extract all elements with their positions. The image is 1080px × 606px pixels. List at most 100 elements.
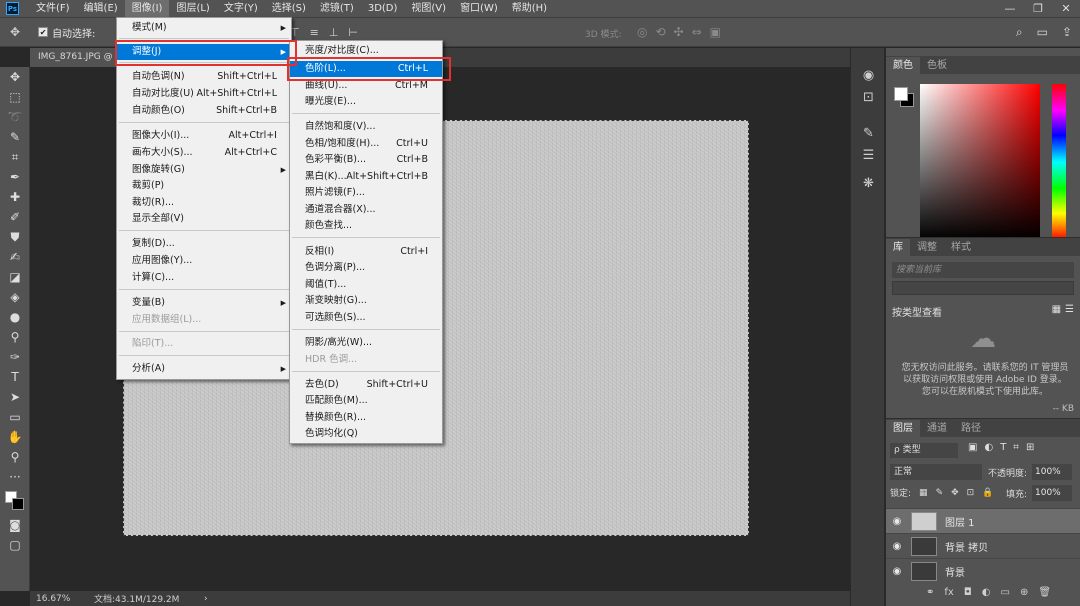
close-button[interactable]: ✕: [1052, 0, 1080, 17]
fill-input[interactable]: 100%: [1032, 485, 1072, 501]
layer-row[interactable]: ◉ 图层 1: [886, 508, 1080, 533]
menu-item-analysis[interactable]: 分析(A) ▶: [117, 361, 291, 377]
menu-item-duplicate[interactable]: 复制(D)...: [117, 236, 291, 252]
background-color-swatch[interactable]: [12, 498, 24, 510]
panel-foreground-swatch[interactable]: [894, 87, 908, 101]
lock-image-icon[interactable]: ✎: [936, 488, 944, 498]
history-brush-tool-icon[interactable]: ✍: [0, 247, 30, 267]
pan-3d-icon[interactable]: ✣: [674, 25, 684, 39]
color-picker-field[interactable]: [920, 84, 1040, 240]
visibility-eye-icon[interactable]: ◉: [886, 516, 908, 527]
brush-settings-icon[interactable]: ✎: [851, 122, 886, 144]
marquee-tool-icon[interactable]: ⬚: [0, 87, 30, 107]
blur-tool-icon[interactable]: ●: [0, 307, 30, 327]
menu-item-posterize[interactable]: 色调分离(P)...: [290, 260, 442, 276]
menu-item-threshold[interactable]: 阈值(T)...: [290, 277, 442, 293]
menu-filter[interactable]: 滤镜(T): [313, 0, 361, 17]
align-vcenter-icon[interactable]: ≡: [310, 26, 319, 39]
zoom-level[interactable]: 16.67%: [30, 594, 94, 604]
tab-paths[interactable]: 路径: [954, 420, 988, 437]
menu-item-calculations[interactable]: 计算(C)...: [117, 270, 291, 286]
menu-item-image-size[interactable]: 图像大小(I)... Alt+Ctrl+I: [117, 128, 291, 144]
new-layer-icon[interactable]: ⊕: [1020, 587, 1028, 598]
color-swatches[interactable]: [0, 487, 30, 515]
align-left-icon[interactable]: ⊢: [348, 26, 358, 39]
blend-mode-select[interactable]: 正常: [890, 464, 982, 480]
visibility-eye-icon[interactable]: ◉: [886, 541, 908, 552]
fx-icon[interactable]: fx: [944, 587, 953, 598]
adjustment-filter-icon[interactable]: ◐: [984, 442, 993, 453]
brush-tool-icon[interactable]: ✐: [0, 207, 30, 227]
menu-window[interactable]: 窗口(W): [453, 0, 505, 17]
crop-tool-icon[interactable]: ⌗: [0, 147, 30, 167]
menu-item-auto-tone[interactable]: 自动色调(N) Shift+Ctrl+L: [117, 69, 291, 85]
screen-mode-icon[interactable]: ▢: [0, 535, 30, 555]
move-tool-icon[interactable]: ✥: [0, 67, 30, 87]
menu-item-exposure[interactable]: 曝光度(E)...: [290, 94, 442, 110]
slide-3d-icon[interactable]: ⇔: [692, 25, 702, 39]
glyphs-icon[interactable]: ❋: [851, 172, 886, 194]
menu-item-desaturate[interactable]: 去色(D) Shift+Ctrl+U: [290, 377, 442, 393]
eraser-tool-icon[interactable]: ◪: [0, 267, 30, 287]
status-menu-arrow-icon[interactable]: ›: [204, 594, 208, 604]
menu-item-crop[interactable]: 裁剪(P): [117, 178, 291, 194]
tab-adjustments[interactable]: 调整: [910, 239, 944, 256]
menu-image[interactable]: 图像(I): [124, 0, 170, 17]
opacity-input[interactable]: 100%: [1032, 464, 1072, 480]
learn-icon[interactable]: ◉: [851, 64, 886, 86]
document-tab[interactable]: IMG_8761.JPG @: [30, 48, 121, 67]
layer-row[interactable]: ◉ 背景 拷贝: [886, 533, 1080, 558]
visibility-eye-icon[interactable]: ◉: [886, 566, 908, 577]
dodge-tool-icon[interactable]: ⚲: [0, 327, 30, 347]
healing-brush-tool-icon[interactable]: ✚: [0, 187, 30, 207]
orbit-3d-icon[interactable]: ◎: [637, 25, 647, 39]
menu-item-canvas-size[interactable]: 画布大小(S)... Alt+Ctrl+C: [117, 145, 291, 161]
tab-channels[interactable]: 通道: [920, 420, 954, 437]
properties-icon[interactable]: ☰: [851, 144, 886, 166]
menu-item-auto-color[interactable]: 自动颜色(O) Shift+Ctrl+B: [117, 103, 291, 119]
hand-tool-icon[interactable]: ✋: [0, 427, 30, 447]
hue-slider[interactable]: [1052, 84, 1066, 240]
eyedropper-tool-icon[interactable]: ✒: [0, 167, 30, 187]
menu-select[interactable]: 选择(S): [265, 0, 313, 17]
menu-3d[interactable]: 3D(D): [361, 0, 405, 17]
pen-tool-icon[interactable]: ✑: [0, 347, 30, 367]
type-tool-icon[interactable]: T: [0, 367, 30, 387]
menu-item-vibrance[interactable]: 自然饱和度(V)...: [290, 119, 442, 135]
type-filter-icon[interactable]: T: [1000, 442, 1006, 453]
menu-item-equalize[interactable]: 色调均化(Q): [290, 426, 442, 442]
more-tools-icon[interactable]: ···: [0, 467, 30, 487]
menu-edit[interactable]: 编辑(E): [77, 0, 125, 17]
library-select[interactable]: [892, 281, 1074, 295]
menu-item-color-balance[interactable]: 色彩平衡(B)... Ctrl+B: [290, 152, 442, 168]
menu-item-photo-filter[interactable]: 照片滤镜(F)...: [290, 185, 442, 201]
add-mask-icon[interactable]: ◘: [964, 587, 972, 598]
roll-3d-icon[interactable]: ⟲: [655, 25, 665, 39]
lock-artboard-icon[interactable]: ⊡: [967, 488, 975, 498]
menu-item-reveal-all[interactable]: 显示全部(V): [117, 211, 291, 227]
menu-item-color-lookup[interactable]: 颜色查找...: [290, 218, 442, 234]
menu-file[interactable]: 文件(F): [29, 0, 77, 17]
menu-item-variables[interactable]: 变量(B) ▶: [117, 295, 291, 311]
menu-item-invert[interactable]: 反相(I) Ctrl+I: [290, 244, 442, 260]
zoom-tool-icon[interactable]: ⚲: [0, 447, 30, 467]
tab-layers[interactable]: 图层: [886, 420, 920, 437]
tab-libraries[interactable]: 库: [886, 239, 910, 256]
menu-item-apply-image[interactable]: 应用图像(Y)...: [117, 253, 291, 269]
shape-filter-icon[interactable]: ⌗: [1013, 442, 1019, 453]
auto-select-checkbox[interactable]: ✔: [38, 27, 49, 37]
menu-item-shadows-highlights[interactable]: 阴影/高光(W)...: [290, 335, 442, 351]
layer-row[interactable]: ◉ 背景: [886, 558, 1080, 583]
move-tool-preset-icon[interactable]: ✥: [10, 25, 20, 39]
menu-item-channel-mixer[interactable]: 通道混合器(X)...: [290, 202, 442, 218]
tab-styles[interactable]: 样式: [944, 239, 978, 256]
smart-object-filter-icon[interactable]: ⊞: [1026, 442, 1034, 453]
menu-item-black-white[interactable]: 黑白(K)... Alt+Shift+Ctrl+B: [290, 169, 442, 185]
grid-view-icon[interactable]: ▦: [1052, 304, 1061, 315]
menu-layer[interactable]: 图层(L): [169, 0, 216, 17]
menu-item-gradient-map[interactable]: 渐变映射(G)...: [290, 293, 442, 309]
quick-select-tool-icon[interactable]: ✎: [0, 127, 30, 147]
share-icon[interactable]: ⇪: [1062, 25, 1072, 40]
history-icon[interactable]: ⊡: [851, 86, 886, 108]
path-select-tool-icon[interactable]: ➤: [0, 387, 30, 407]
